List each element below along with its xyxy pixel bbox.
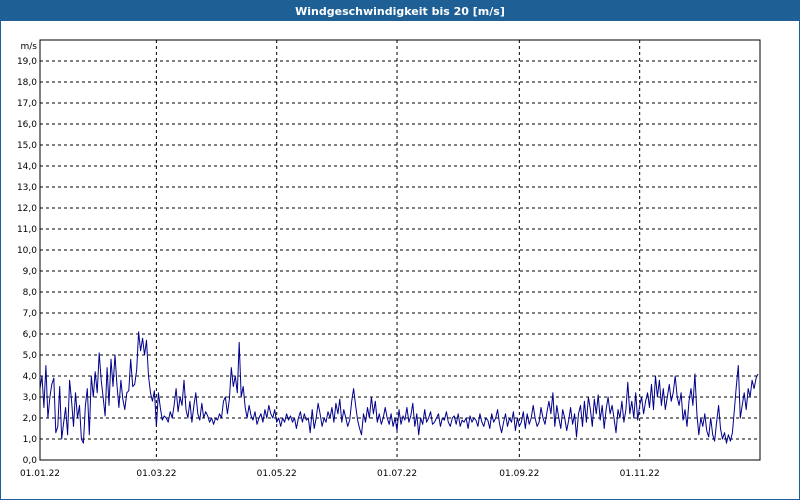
y-tick-label: 17,0 bbox=[17, 99, 37, 109]
y-tick-label: 4,0 bbox=[23, 372, 38, 382]
y-tick-label: 14,0 bbox=[17, 162, 37, 172]
y-tick-label: 12,0 bbox=[17, 204, 37, 214]
y-axis-unit-label: m/s bbox=[21, 42, 38, 52]
x-tick-label: 01.11.22 bbox=[620, 469, 660, 479]
x-axis-ticks: 01.01.22 01.03.22 01.05.22 01.07.22 01.09.22… bbox=[20, 469, 660, 479]
y-tick-label: 16,0 bbox=[17, 120, 37, 130]
x-tick-label: 01.09.22 bbox=[499, 469, 539, 479]
y-tick-label: 7,0 bbox=[23, 309, 38, 319]
y-tick-label: 15,0 bbox=[17, 141, 37, 151]
y-axis-ticks: 0,0 1,0 2,0 3,0 4,0 5,0 6,0 7,0 8,0 9,0 10,0 11,0 12… bbox=[17, 57, 37, 466]
x-tick-label: 01.05.22 bbox=[257, 469, 297, 479]
y-tick-label: 6,0 bbox=[23, 330, 38, 340]
x-tick-label: 01.01.22 bbox=[20, 469, 60, 479]
y-tick-label: 8,0 bbox=[23, 288, 38, 298]
y-tick-label: 5,0 bbox=[23, 351, 38, 361]
y-tick-label: 18,0 bbox=[17, 78, 37, 88]
wind-speed-chart: 0,0 1,0 2,0 3,0 4,0 5,0 6,0 7,0 8,0 9,0 10,0 11,0 12… bbox=[17, 39, 761, 479]
y-tick-label: 3,0 bbox=[23, 393, 38, 403]
y-tick-label: 11,0 bbox=[17, 225, 37, 235]
x-tick-label: 01.03.22 bbox=[136, 469, 176, 479]
y-tick-label: 9,0 bbox=[23, 267, 38, 277]
y-tick-label: 10,0 bbox=[17, 246, 37, 256]
y-tick-label: 19,0 bbox=[17, 57, 37, 67]
x-tick-label: 01.07.22 bbox=[377, 469, 417, 479]
series-group bbox=[39, 331, 759, 444]
y-tick-label: 13,0 bbox=[17, 183, 37, 193]
y-tick-label: 1,0 bbox=[23, 435, 38, 445]
y-tick-label: 2,0 bbox=[23, 414, 38, 424]
wind-speed-line bbox=[39, 331, 759, 444]
y-tick-label: 0,0 bbox=[23, 456, 38, 466]
